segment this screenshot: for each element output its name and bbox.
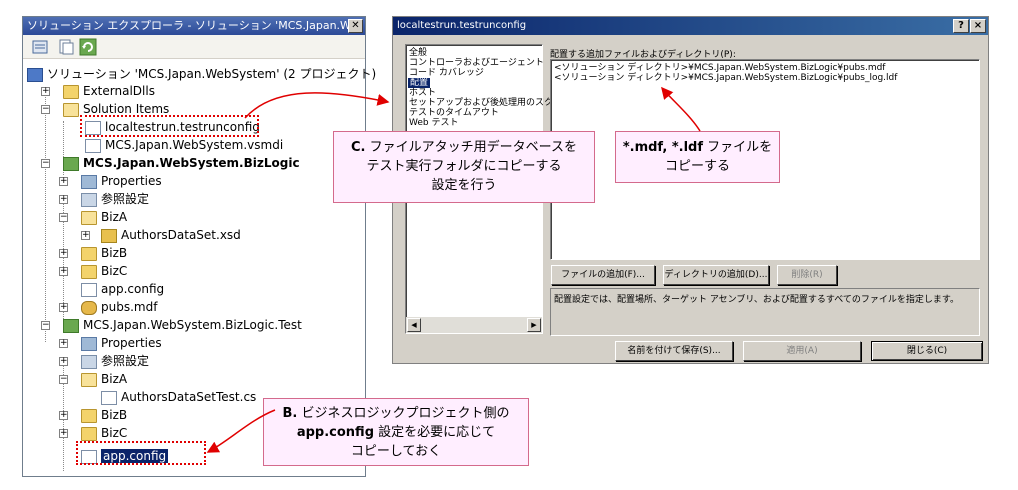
category-item[interactable]: コード カバレッジ	[409, 68, 484, 78]
properties-folder-icon	[81, 174, 97, 189]
close-icon[interactable]: ×	[970, 19, 986, 33]
solution-explorer-toolbar	[23, 35, 365, 59]
callout-b: B. ビジネスロジックプロジェクト側の app.config 設定を必要に応じて…	[263, 398, 529, 466]
expand-icon[interactable]: +	[81, 231, 90, 240]
vsmdi-icon	[85, 138, 101, 153]
test-project-icon	[63, 318, 79, 333]
database-icon	[81, 300, 97, 315]
expand-icon[interactable]: +	[59, 303, 68, 312]
folder-icon	[81, 426, 97, 441]
expand-icon[interactable]: +	[59, 429, 68, 438]
tree-node-authorsdataset[interactable]: AuthorsDataSet.xsd	[101, 226, 241, 244]
tree-node-externaldlls[interactable]: ExternalDlls	[63, 82, 155, 100]
category-item[interactable]: コントローラおよびエージェント	[409, 58, 544, 68]
properties-folder-icon	[81, 336, 97, 351]
category-item[interactable]: 配置	[408, 78, 431, 88]
tree-node-bizb[interactable]: BizB	[81, 244, 127, 262]
properties-icon[interactable]	[31, 38, 49, 56]
horizontal-scrollbar[interactable]: ◀ ▶	[406, 317, 542, 333]
dialog-title: localtestrun.testrunconfig	[393, 17, 988, 35]
callout-mdf: *.mdf, *.ldf ファイルを コピーする	[615, 131, 780, 183]
tree-node-bizc[interactable]: BizC	[81, 262, 127, 280]
tree-node-vsmdi[interactable]: MCS.Japan.WebSystem.vsmdi	[85, 136, 283, 154]
expand-icon[interactable]: +	[59, 339, 68, 348]
expand-icon[interactable]: +	[59, 357, 68, 366]
description-text: 配置設定では、配置場所、ターゲット アセンブリ、および配置するすべてのファイルを…	[554, 295, 959, 305]
callout-c: C. ファイルアタッチ用データベースを テスト実行フォルダにコピーする 設定を行…	[333, 131, 595, 203]
tree-node-bizlogic-project[interactable]: MCS.Japan.WebSystem.BizLogic	[63, 154, 300, 172]
folder-icon	[81, 408, 97, 423]
collapse-icon[interactable]: −	[41, 159, 50, 168]
scroll-right-icon[interactable]: ▶	[527, 318, 541, 332]
folder-open-icon	[81, 210, 97, 225]
description-panel: 配置設定では、配置場所、ターゲット アセンブリ、および配置するすべてのファイルを…	[550, 288, 980, 336]
expand-icon[interactable]: +	[59, 177, 68, 186]
tree-node-references[interactable]: 参照設定	[81, 190, 149, 208]
file-item[interactable]: <ソリューション ディレクトリ>¥MCS.Japan.WebSystem.Biz…	[554, 63, 885, 73]
csharp-project-icon	[63, 156, 79, 171]
category-item[interactable]: ホスト	[409, 88, 436, 98]
delete-button[interactable]: 削除(R)	[777, 265, 837, 285]
apply-button[interactable]: 適用(A)	[743, 341, 861, 361]
folder-open-icon	[81, 372, 97, 387]
config-file-icon	[81, 282, 97, 297]
category-item[interactable]: 全般	[409, 48, 427, 58]
tree-node-references[interactable]: 参照設定	[81, 352, 149, 370]
dataset-icon	[101, 228, 117, 243]
refresh-icon[interactable]	[79, 38, 97, 56]
expand-icon[interactable]: +	[59, 195, 68, 204]
expand-icon[interactable]: +	[59, 267, 68, 276]
solution-icon	[27, 67, 43, 82]
close-button[interactable]: 閉じる(C)	[871, 341, 983, 361]
file-item[interactable]: <ソリューション ディレクトリ>¥MCS.Japan.WebSystem.Biz…	[554, 73, 897, 83]
show-all-files-icon[interactable]	[57, 38, 75, 56]
tree-node-biza[interactable]: BizA	[81, 208, 127, 226]
csharp-file-icon	[101, 390, 117, 405]
help-icon[interactable]: ?	[953, 19, 969, 33]
expand-icon[interactable]: +	[59, 249, 68, 258]
folder-open-icon	[63, 102, 79, 117]
tree-node-test-project[interactable]: MCS.Japan.WebSystem.BizLogic.Test	[63, 316, 302, 334]
tree-node-biza[interactable]: BizA	[81, 370, 127, 388]
category-item[interactable]: テストのタイムアウト	[409, 108, 499, 118]
collapse-icon[interactable]: −	[59, 375, 68, 384]
tree-node-appconfig[interactable]: app.config	[81, 280, 164, 298]
collapse-icon[interactable]: −	[59, 213, 68, 222]
folder-icon	[81, 246, 97, 261]
scroll-left-icon[interactable]: ◀	[407, 318, 421, 332]
expand-icon[interactable]: +	[41, 87, 50, 96]
references-icon	[81, 192, 97, 207]
solution-explorer-title: ソリューション エクスプローラ - ソリューション 'MCS.Japan.W..…	[23, 17, 365, 35]
highlight-appconfig	[76, 441, 206, 465]
collapse-icon[interactable]: −	[41, 321, 50, 330]
add-file-button[interactable]: ファイルの追加(F)...	[551, 265, 655, 285]
tree-node-bizc[interactable]: BizC	[81, 424, 127, 442]
folder-icon	[63, 84, 79, 99]
folder-icon	[81, 264, 97, 279]
tree-node-pubsmdf[interactable]: pubs.mdf	[81, 298, 157, 316]
tree-node-solution[interactable]: ソリューション 'MCS.Japan.WebSystem' (2 プロジェクト)	[27, 65, 376, 83]
category-item[interactable]: Web テスト	[409, 118, 458, 128]
references-icon	[81, 354, 97, 369]
add-directory-button[interactable]: ディレクトリの追加(D)...	[663, 265, 769, 285]
collapse-icon[interactable]: −	[41, 105, 50, 114]
save-as-button[interactable]: 名前を付けて保存(S)...	[615, 341, 733, 361]
tree-node-authorsdatasettest[interactable]: AuthorsDataSetTest.cs	[101, 388, 256, 406]
highlight-testrunconfig	[80, 115, 259, 137]
expand-icon[interactable]: +	[59, 411, 68, 420]
tree-node-properties[interactable]: Properties	[81, 334, 162, 352]
tree-node-bizb[interactable]: BizB	[81, 406, 127, 424]
close-icon[interactable]: ✕	[348, 19, 363, 33]
tree-node-properties[interactable]: Properties	[81, 172, 162, 190]
